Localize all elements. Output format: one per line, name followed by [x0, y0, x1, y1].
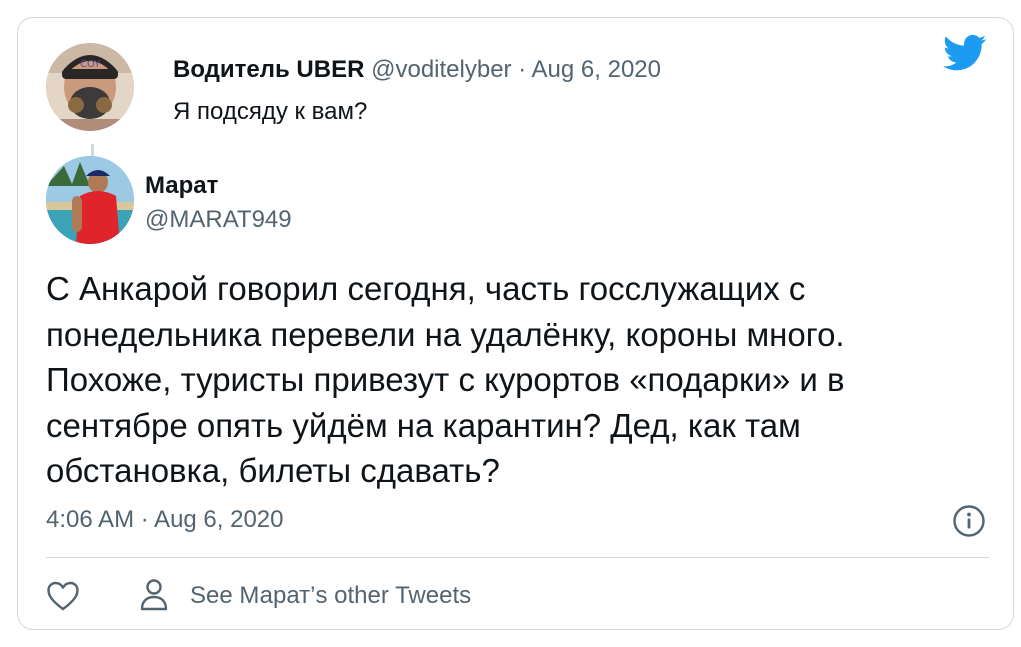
svg-text:COY: COY	[80, 59, 101, 70]
parent-display-name[interactable]: Водитель UBER	[173, 56, 364, 83]
tweet-text-line: Похоже, туристы привезут с курортов «под…	[46, 361, 845, 398]
parent-meta[interactable]: @voditelyber · Aug 6, 2020	[371, 56, 661, 83]
info-icon[interactable]	[952, 504, 986, 538]
main-handle[interactable]: @MARAT949	[145, 206, 292, 234]
person-icon[interactable]	[139, 578, 169, 612]
main-avatar[interactable]	[46, 156, 134, 244]
tweet-text-line: обстановка, билеты сдавать?	[46, 452, 500, 489]
tweet-embed-card: COY Водитель UBER @voditelyber · Aug 6, …	[17, 17, 1014, 630]
tweet-text-line: понедельника перевели на удалёнку, корон…	[46, 315, 845, 353]
main-display-name[interactable]: Марат	[145, 172, 218, 200]
tweet-text-line: С Анкарой говорил сегодня, часть госслуж…	[46, 270, 806, 307]
parent-tweet-text: Я подсяду к вам?	[173, 98, 368, 125]
twitter-bird-icon[interactable]	[943, 34, 987, 72]
tweet-text: С Анкарой говорил сегодня, часть госслуж…	[46, 266, 966, 494]
heart-icon[interactable]	[46, 580, 80, 612]
parent-header: Водитель UBER @voditelyber · Aug 6, 2020	[173, 56, 661, 84]
parent-avatar[interactable]: COY	[46, 43, 134, 131]
divider	[46, 557, 989, 558]
tweet-text-line: сентябре опять уйдём на карантин? Дед, к…	[46, 406, 801, 444]
tweet-timestamp[interactable]: 4:06 AM · Aug 6, 2020	[46, 506, 284, 534]
see-other-tweets-link[interactable]: See Марат’s other Tweets	[190, 582, 471, 610]
parent-tweet: COY Водитель UBER @voditelyber · Aug 6, …	[46, 30, 986, 131]
